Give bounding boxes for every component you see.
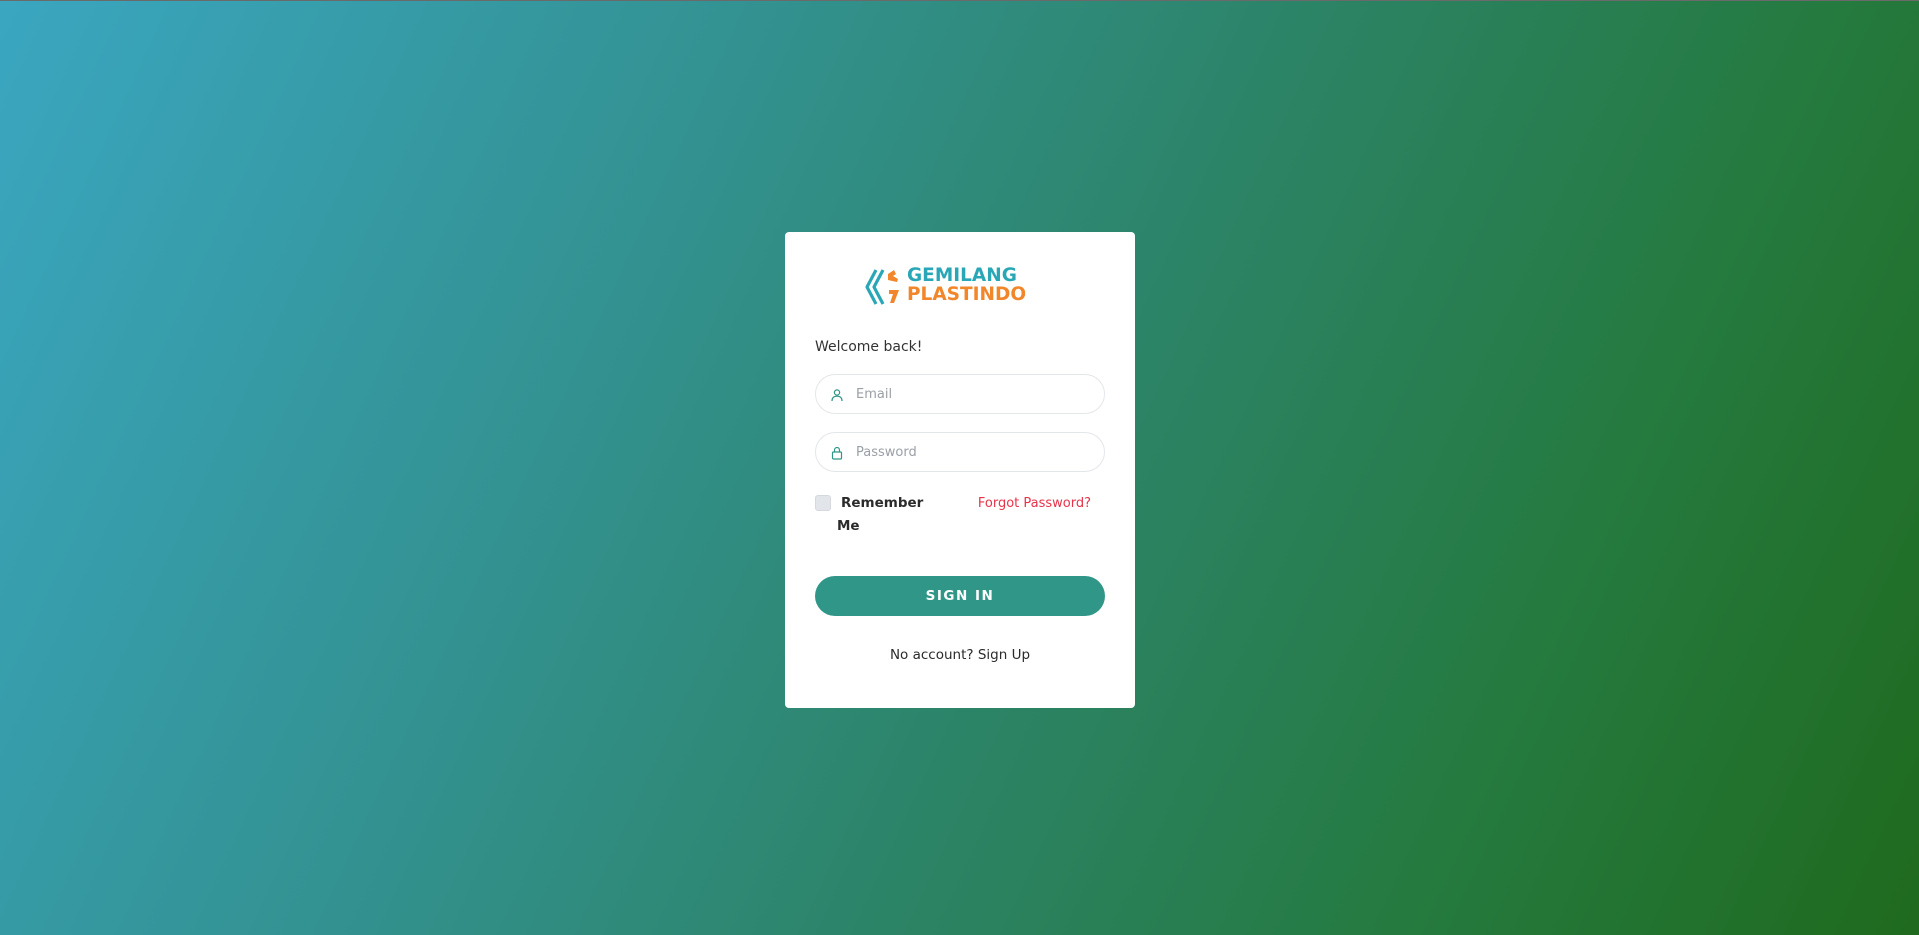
password-input[interactable]: [856, 433, 1096, 471]
password-field-wrapper[interactable]: [815, 432, 1105, 472]
brand-logo-mark-icon: [865, 269, 899, 305]
welcome-text: Welcome back!: [815, 339, 923, 355]
brand-wordmark: GEMILANG PLASTINDO: [907, 266, 1026, 304]
signup-row: No account? Sign Up: [785, 647, 1135, 663]
brand-name-line2: PLASTINDO: [907, 284, 1027, 305]
brand-name-line1: GEMILANG: [907, 265, 1017, 286]
remember-me-label[interactable]: Remember Me: [837, 492, 923, 538]
user-icon: [830, 387, 844, 402]
brand-logo: GEMILANG PLASTINDO: [864, 266, 1029, 308]
forgot-password-link[interactable]: Forgot Password?: [978, 496, 1091, 511]
email-field-wrapper[interactable]: [815, 374, 1105, 414]
email-input[interactable]: [856, 375, 1096, 413]
sign-up-link[interactable]: Sign Up: [978, 647, 1030, 663]
remember-me-checkbox[interactable]: [815, 495, 831, 511]
sign-in-button[interactable]: SIGN IN: [815, 576, 1105, 616]
no-account-text: No account?: [889, 647, 978, 663]
login-card: GEMILANG PLASTINDO Welcome back! Remembe…: [785, 232, 1135, 708]
lock-icon: [830, 445, 844, 460]
top-border-line: [0, 0, 1919, 1]
